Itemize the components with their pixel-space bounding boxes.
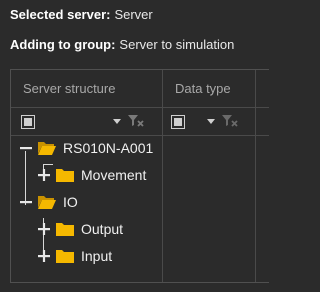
- clear-filter-icon[interactable]: [127, 113, 145, 129]
- adding-group-label: Adding to group:: [10, 37, 116, 52]
- folder-open-icon: [38, 142, 56, 155]
- expand-icon[interactable]: [37, 222, 51, 236]
- filter-checkbox-server-structure[interactable]: [21, 115, 35, 129]
- tree-node-label: Input: [81, 248, 113, 264]
- selected-server-value: Server: [114, 7, 153, 22]
- server-tree: RS010N-A001 Movement IO Output Input: [11, 136, 269, 284]
- collapse-icon[interactable]: [19, 195, 33, 209]
- adding-group-value: Server to simulation: [119, 37, 235, 52]
- tree-node-label: Output: [81, 221, 124, 237]
- folder-icon: [56, 250, 74, 263]
- folder-open-icon: [38, 196, 56, 209]
- tree-node-movement[interactable]: Movement: [37, 164, 146, 186]
- column-header-data-type[interactable]: Data type: [163, 70, 255, 108]
- adding-group-line: Adding to group: Server to simulation: [10, 37, 234, 52]
- filter-checkbox-data-type[interactable]: [171, 115, 185, 129]
- tree-node-input[interactable]: Input: [37, 245, 112, 267]
- expand-icon[interactable]: [37, 249, 51, 263]
- collapse-icon[interactable]: [19, 141, 33, 155]
- clear-filter-icon[interactable]: [221, 113, 239, 129]
- grid-filter-row: [11, 108, 269, 136]
- column-header-server-structure[interactable]: Server structure: [11, 70, 162, 108]
- selected-server-line: Selected server: Server: [10, 7, 153, 22]
- filter-dropdown-icon[interactable]: [113, 119, 121, 124]
- tree-node-io[interactable]: IO: [19, 191, 78, 213]
- grid-header-row: Server structure Data type: [11, 70, 269, 108]
- filter-dropdown-icon[interactable]: [207, 119, 215, 124]
- tree-node-rs010n-a001[interactable]: RS010N-A001: [19, 137, 153, 159]
- tree-node-output[interactable]: Output: [37, 218, 123, 240]
- server-structure-grid: Server structure Data type RS010N-A001 M…: [10, 69, 269, 283]
- tree-node-label: Movement: [81, 167, 147, 183]
- folder-icon: [56, 223, 74, 236]
- expand-icon[interactable]: [37, 168, 51, 182]
- tree-node-label: IO: [63, 194, 78, 210]
- folder-icon: [56, 169, 74, 182]
- selected-server-label: Selected server:: [10, 7, 111, 22]
- tree-node-label: RS010N-A001: [63, 140, 154, 156]
